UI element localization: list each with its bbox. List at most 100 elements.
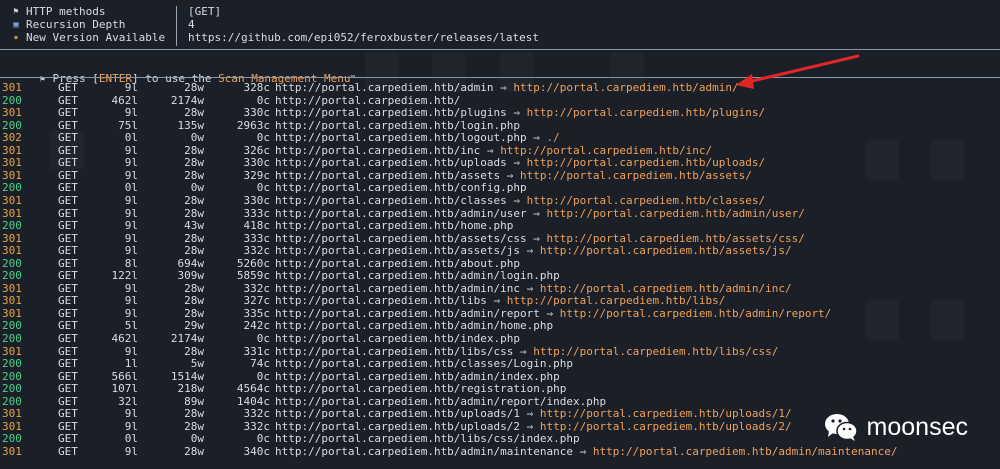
results-rule — [0, 77, 1000, 78]
redirect-url: http://portal.carpediem.htb/inc/ — [500, 143, 713, 157]
char-count: 0c — [256, 131, 270, 145]
line-count: 0l — [124, 131, 138, 145]
status-code: 301 — [2, 407, 22, 421]
party-icon: ✷ — [13, 32, 19, 43]
result-row: 301 GET 9l 28w 340c http://portal.carpediem.h… — [0, 444, 1000, 459]
line-count: 107l — [111, 382, 139, 396]
line-count: 9l — [124, 156, 138, 170]
http-method: GET — [58, 407, 78, 421]
result-url: http://portal.carpediem.htb/admin/login.… — [275, 269, 560, 283]
line-count: 9l — [124, 219, 138, 233]
redirect-arrow: ⇒ — [520, 344, 527, 358]
result-url: http://portal.carpediem.htb/admin/mainte… — [275, 444, 574, 458]
header-rule — [0, 49, 1000, 50]
char-count: 330c — [243, 106, 271, 120]
char-count: 332c — [243, 244, 271, 258]
scan-config-header: ⚑ HTTP methods [GET] ▣ Recursion Depth 4… — [6, 5, 539, 44]
redirect-url: http://portal.carpediem.htb/uploads/1/ — [539, 407, 792, 421]
redirect-url: http://portal.carpediem.htb/classes/ — [526, 193, 766, 207]
status-code: 301 — [2, 106, 22, 120]
watermark: moonsec — [823, 412, 968, 442]
result-url: http://portal.carpediem.htb/classes — [275, 193, 507, 207]
char-count: 0c — [256, 332, 270, 345]
result-url: http://portal.carpediem.htb/logout.php — [275, 131, 527, 145]
status-code: 301 — [2, 444, 22, 458]
redirect-url: http://portal.carpediem.htb/admin/inc/ — [539, 281, 792, 295]
status-code: 302 — [2, 131, 22, 145]
result-url: http://portal.carpediem.htb/libs — [275, 294, 487, 308]
redirect-url: http://portal.carpediem.htb/admin/report… — [559, 306, 832, 320]
http-method: GET — [58, 131, 78, 145]
http-method: GET — [58, 219, 78, 233]
header-divider — [176, 6, 177, 46]
config-value: [GET] — [188, 5, 222, 18]
line-count: 462l — [111, 332, 139, 345]
char-count: 4564c — [236, 382, 270, 396]
word-count: 28w — [184, 81, 204, 94]
redirect-arrow: ⇒ — [533, 206, 540, 220]
url-cell: http://portal.carpediem.htb/admin/mainte… — [275, 444, 898, 459]
redirect-url: http://portal.carpediem.htb/admin/user/ — [546, 206, 805, 220]
redirect-url: http://portal.carpediem.htb/assets/ — [520, 168, 752, 182]
redirect-url: http://portal.carpediem.htb/admin/mainte… — [592, 444, 898, 458]
result-url: http://portal.carpediem.htb/assets — [275, 168, 501, 182]
result-url: http://portal.carpediem.htb/admin/report… — [275, 394, 607, 408]
char-count: 330c — [243, 156, 271, 170]
redirect-url: http://portal.carpediem.htb/libs/ — [506, 294, 726, 308]
http-method: GET — [58, 156, 78, 170]
word-count: 28w — [184, 106, 204, 120]
config-key: HTTP methods — [26, 5, 106, 18]
result-url: http://portal.carpediem.htb/uploads/1 — [275, 407, 521, 421]
result-url: http://portal.carpediem.htb/assets/js — [275, 244, 521, 258]
word-count: 0w — [190, 131, 204, 145]
result-url: http://portal.carpediem.htb/assets/css — [275, 231, 527, 245]
char-count: 340c — [243, 444, 271, 458]
redirect-url: http://portal.carpediem.htb/plugins/ — [526, 106, 766, 120]
status-code: 200 — [2, 269, 22, 283]
result-url: http://portal.carpediem.htb/admin/report — [275, 306, 540, 320]
status-code: 301 — [2, 193, 22, 207]
word-count: 5w — [190, 357, 204, 371]
char-count: 328c — [243, 81, 271, 94]
http-method: GET — [58, 269, 78, 283]
terminal-window: ⚑ HTTP methods [GET] ▣ Recursion Depth 4… — [0, 0, 1000, 469]
annotation-arrow — [746, 54, 860, 84]
redirect-url: http://portal.carpediem.htb/assets/css/ — [546, 231, 805, 245]
scan-menu-hint: ⚑ Press [ENTER] to use the Scan Managemen… — [6, 58, 356, 85]
line-count: 9l — [124, 193, 138, 207]
line-count: 1l — [124, 357, 138, 371]
result-url: http://portal.carpediem.htb/uploads — [275, 156, 507, 170]
config-key: Recursion Depth — [26, 17, 126, 31]
line-count: 9l — [124, 407, 138, 421]
result-url: http://portal.carpediem.htb/libs/css/ind… — [275, 432, 580, 446]
redirect-url: http://portal.carpediem.htb/libs/css/ — [533, 344, 779, 358]
http-method: GET — [58, 193, 78, 207]
redirect-url: http://portal.carpediem.htb/uploads/ — [526, 156, 766, 170]
result-url: http://portal.carpediem.htb/config.php — [275, 181, 527, 195]
result-url: http://portal.carpediem.htb/ — [275, 93, 461, 107]
result-url: http://portal.carpediem.htb/classes/Logi… — [275, 357, 574, 371]
redirect-url: http://portal.carpediem.htb/assets/js/ — [539, 244, 792, 258]
status-code: 301 — [2, 156, 22, 170]
line-count: 9l — [124, 244, 138, 258]
watermark-text: moonsec — [866, 412, 968, 441]
word-count: 28w — [184, 244, 204, 258]
result-url: http://portal.carpediem.htb/plugins — [275, 106, 507, 120]
word-count: 218w — [177, 382, 205, 396]
http-method: GET — [58, 81, 78, 94]
word-count: 309w — [177, 269, 205, 283]
status-code: 301 — [2, 81, 22, 94]
redirect-url: ./ — [546, 131, 560, 145]
char-count: 418c — [243, 219, 271, 233]
result-url: http://portal.carpediem.htb/admin/index.… — [275, 369, 560, 383]
word-count: 43w — [184, 219, 204, 233]
word-count: 2174w — [170, 332, 204, 345]
result-url: http://portal.carpediem.htb/about.php — [275, 256, 521, 270]
redirect-url: http://portal.carpediem.htb/admin/ — [513, 81, 739, 94]
result-url: http://portal.carpediem.htb/login.php — [275, 118, 521, 132]
redirect-url: http://portal.carpediem.htb/uploads/2/ — [539, 419, 792, 433]
result-url: http://portal.carpediem.htb/admin — [275, 81, 494, 94]
http-method: GET — [58, 444, 78, 458]
result-url: http://portal.carpediem.htb/uploads/2 — [275, 419, 521, 433]
result-url: http://portal.carpediem.htb/admin/inc — [275, 281, 521, 295]
